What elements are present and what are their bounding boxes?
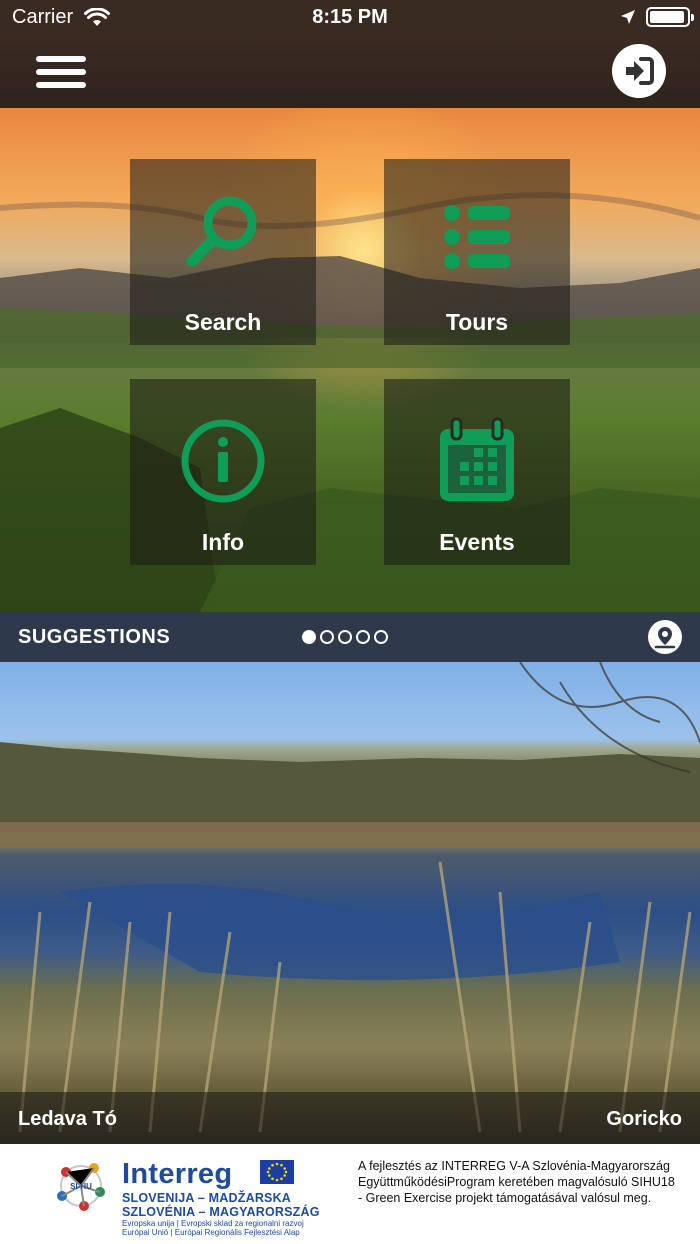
- page-indicator[interactable]: [302, 630, 388, 644]
- page-dot[interactable]: [374, 630, 388, 644]
- brand-line-hungary: SZLOVÉNIA – MAGYARORSZÁG: [122, 1205, 320, 1219]
- status-bar: Carrier 8:15 PM: [0, 0, 700, 36]
- map-location-button[interactable]: [648, 620, 682, 654]
- brand-line-eu-si: Evropska unija | Evropski sklad za regio…: [122, 1219, 304, 1228]
- caption-bar: Ledava Tó Goricko: [0, 1092, 700, 1144]
- hero-landscape: Search Tours Info Events: [0, 108, 700, 612]
- tile-label: Search: [184, 309, 262, 335]
- suggestions-bar: SUGGESTIONS: [0, 612, 700, 662]
- si-hu-logo: SI-HU: [54, 1158, 108, 1219]
- brand-line-slovenia: SLOVENIJA – MADŽARSKA: [122, 1191, 292, 1205]
- info-icon: [181, 419, 265, 503]
- brand-line-eu-hu: Európai Unió | Európai Regionális Fejles…: [122, 1228, 300, 1237]
- tile-search[interactable]: Search: [130, 159, 316, 345]
- location-arrow-icon: [620, 9, 636, 30]
- list-icon: [444, 205, 510, 269]
- map-pin-icon: [654, 627, 676, 649]
- calendar-icon: [440, 417, 514, 501]
- nav-bar: [0, 36, 700, 108]
- lake-photo: [0, 662, 700, 1133]
- battery-icon: [646, 7, 694, 27]
- region-name: Goricko: [606, 1108, 682, 1130]
- eu-flag-icon: [260, 1160, 294, 1184]
- suggestion-card[interactable]: Ledava Tó Goricko: [0, 662, 700, 1144]
- hamburger-menu-button[interactable]: [34, 54, 88, 90]
- funding-notice: A fejlesztés az INTERREG V-A Szlovénia-M…: [358, 1159, 675, 1205]
- landscape-background: [0, 192, 700, 612]
- sign-in-icon: [626, 57, 654, 85]
- tile-label: Events: [439, 529, 515, 555]
- page-dot[interactable]: [338, 630, 352, 644]
- page-dot[interactable]: [302, 630, 316, 644]
- si-hu-badge: SI-HU: [70, 1182, 92, 1191]
- footer: SI-HU Interreg SLOVENIJA – MADŽARSKA SZL…: [0, 1144, 700, 1244]
- page-dot[interactable]: [356, 630, 370, 644]
- clock: 8:15 PM: [312, 6, 388, 28]
- tile-label: Tours: [445, 309, 509, 335]
- place-name: Ledava Tó: [18, 1108, 117, 1130]
- magnifier-icon: [186, 196, 257, 267]
- page-dot[interactable]: [320, 630, 334, 644]
- hamburger-icon: [36, 56, 86, 62]
- tile-tours[interactable]: Tours: [384, 159, 570, 345]
- tile-label: Info: [201, 529, 245, 555]
- sign-in-button[interactable]: [612, 44, 666, 98]
- tile-info[interactable]: Info: [130, 379, 316, 565]
- tile-events[interactable]: Events: [384, 379, 570, 565]
- suggestions-title: SUGGESTIONS: [18, 626, 171, 648]
